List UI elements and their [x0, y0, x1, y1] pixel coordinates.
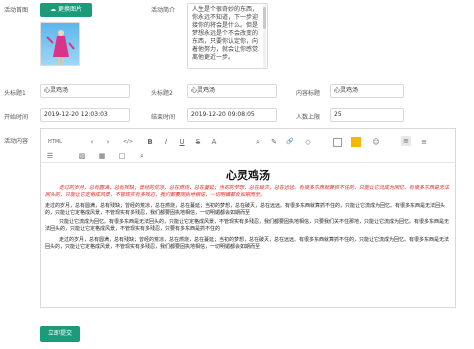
limit-input[interactable]: 25: [330, 108, 404, 122]
link-icon[interactable]: 🔗: [285, 137, 295, 147]
list-icon[interactable]: ☰: [45, 151, 55, 161]
editor-content[interactable]: 心灵鸡汤 走过的岁月，总有圆满，总有残缺；曾经的荒凉，总在燃烧，总在蔓延；当初的…: [43, 165, 453, 305]
content-label: 活动内容: [4, 138, 29, 145]
italic-icon[interactable]: I: [161, 137, 171, 147]
search-icon[interactable]: ⌕: [253, 137, 263, 147]
content-paragraph-3: 只能让它流成为回忆。有很多东西是无法回头的，只能让它定格成风景，不管现实有多残忍…: [45, 219, 450, 232]
intro-textarea[interactable]: 人生是个很奇妙的东西，你永远不知道，下一步迎接你的将会是什么。但是梦想永远是个不…: [187, 3, 268, 69]
strikethrough-icon[interactable]: S: [193, 137, 203, 147]
align-left-icon[interactable]: ≡: [401, 136, 411, 146]
content-title-input[interactable]: 心灵鸡汤: [330, 84, 404, 98]
fullscreen-icon[interactable]: □: [117, 151, 127, 161]
header1-input[interactable]: 心灵鸡汤: [40, 84, 130, 98]
table-icon[interactable]: ▦: [97, 151, 107, 161]
intro-label: 活动简介: [151, 7, 176, 14]
content-heading: 心灵鸡汤: [226, 169, 270, 182]
intro-scrollbar[interactable]: [263, 5, 266, 68]
cover-image-figure: [46, 30, 75, 65]
zoom-icon[interactable]: ⌕: [137, 151, 147, 161]
format-brush-icon[interactable]: ✎: [269, 137, 279, 147]
align-center-icon[interactable]: ≡: [419, 137, 429, 147]
change-image-button[interactable]: ☁ 更换图片: [40, 3, 92, 17]
html-button[interactable]: HTML: [45, 137, 65, 147]
cover-label: 活动首图: [4, 7, 29, 14]
header1-label: 头标题1: [4, 90, 26, 97]
font-color-swatch[interactable]: [333, 138, 342, 147]
end-time-input[interactable]: 2019-12-20 09:08:05: [187, 108, 277, 122]
submit-button[interactable]: 立即提交: [40, 326, 80, 342]
cloud-upload-icon: ☁: [50, 6, 57, 13]
emoji-icon[interactable]: ☺: [371, 137, 381, 147]
code-icon[interactable]: </>: [121, 137, 135, 147]
start-label: 开始时间: [4, 114, 29, 121]
header2-label: 头标题2: [151, 90, 173, 97]
eraser-icon[interactable]: ◇: [303, 137, 313, 147]
image-icon[interactable]: ▨: [77, 151, 87, 161]
editor-toolbar: HTML ‹ › </> B I U S A ⌕ ✎ 🔗 ◇ ☺ ≡ ≡ ☰ ▨…: [41, 129, 455, 163]
highlight-color-swatch[interactable]: [351, 137, 361, 147]
end-label: 结束时间: [151, 114, 176, 121]
rich-text-editor[interactable]: HTML ‹ › </> B I U S A ⌕ ✎ 🔗 ◇ ☺ ≡ ≡ ☰ ▨…: [40, 128, 456, 308]
bold-icon[interactable]: B: [145, 137, 155, 147]
content-paragraph-red: 走过的岁月，总有圆满，总有残缺；曾经的荒凉，总在燃烧，总在蔓延；当初的梦想，总在…: [45, 185, 450, 198]
redo-icon[interactable]: ›: [103, 137, 113, 147]
header2-input[interactable]: 心灵鸡汤: [187, 84, 277, 98]
content-paragraph-2: 走过的岁月，总有圆满，总有残缺；曾经的荒凉，总在燃烧，总在蔓延；当初的梦想，总在…: [45, 203, 446, 216]
limit-label: 人数上限: [296, 114, 321, 121]
underline-icon[interactable]: U: [177, 137, 187, 147]
superscript-icon[interactable]: A: [209, 137, 219, 147]
cover-image: [40, 22, 80, 66]
start-time-input[interactable]: 2019-12-20 12:03:03: [40, 108, 130, 122]
undo-icon[interactable]: ‹: [87, 137, 97, 147]
content-title-label: 内容标题: [296, 90, 321, 97]
content-paragraph-4: 走过的岁月，总有圆满，总有残缺；曾经的荒凉，总在燃烧，总在蔓延；当初的梦想，总在…: [45, 237, 450, 250]
